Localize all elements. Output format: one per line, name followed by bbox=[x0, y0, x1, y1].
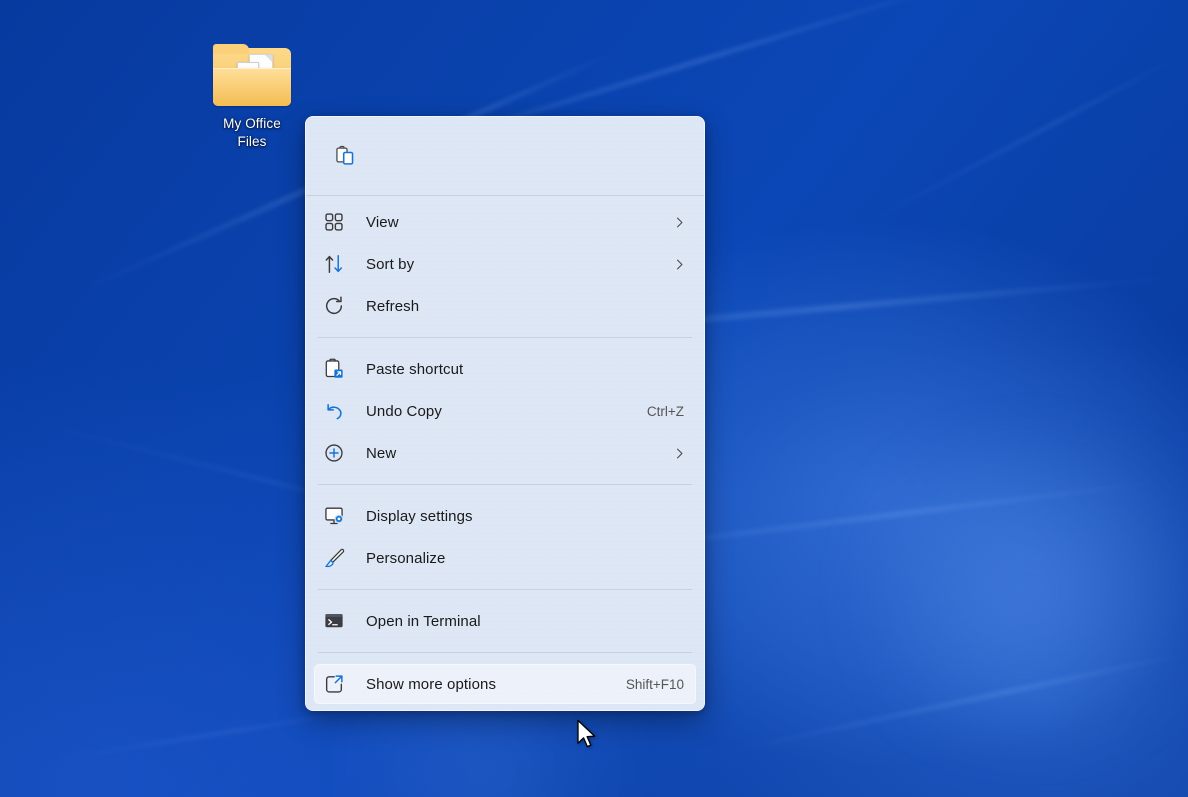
menu-item-label: Sort by bbox=[366, 256, 672, 273]
menu-group: Open in Terminal bbox=[306, 595, 704, 647]
menu-item-label: Open in Terminal bbox=[366, 613, 686, 630]
menu-item-label: View bbox=[366, 214, 672, 231]
menu-item-label: Paste shortcut bbox=[366, 361, 686, 378]
grid-view-icon bbox=[322, 210, 346, 234]
menu-item-label: New bbox=[366, 445, 672, 462]
menu-item-label: Personalize bbox=[366, 550, 686, 567]
menu-item-refresh[interactable]: Refresh bbox=[314, 286, 696, 326]
menu-item-label: Refresh bbox=[366, 298, 686, 315]
desktop-icon-label-line2: Files bbox=[223, 133, 281, 151]
show-more-options-icon bbox=[322, 672, 346, 696]
paste-clipboard-icon[interactable] bbox=[333, 144, 357, 168]
paste-shortcut-icon bbox=[322, 357, 346, 381]
display-settings-icon bbox=[322, 504, 346, 528]
desktop-icon-label-line1: My Office bbox=[223, 115, 281, 133]
menu-item-shortcut: Shift+F10 bbox=[626, 677, 686, 692]
menu-item-label: Show more options bbox=[366, 676, 626, 693]
chevron-right-icon bbox=[672, 446, 686, 460]
menu-group: Display settings Personalize bbox=[306, 490, 704, 584]
menu-item-sort-by[interactable]: Sort by bbox=[314, 244, 696, 284]
undo-icon bbox=[322, 399, 346, 423]
refresh-icon bbox=[322, 294, 346, 318]
context-menu-groups: View Sort by Refresh Paste shortcut Undo Cop… bbox=[306, 196, 704, 710]
menu-item-shortcut: Ctrl+Z bbox=[647, 404, 686, 419]
menu-group: View Sort by Refresh bbox=[306, 196, 704, 332]
menu-separator bbox=[318, 589, 692, 590]
menu-item-show-more-options[interactable]: Show more optionsShift+F10 bbox=[314, 664, 696, 704]
menu-item-undo-copy[interactable]: Undo CopyCtrl+Z bbox=[314, 391, 696, 431]
clipboard-actions-row bbox=[306, 117, 704, 195]
menu-item-label: Undo Copy bbox=[366, 403, 647, 420]
wallpaper-streak bbox=[843, 46, 1188, 236]
menu-separator bbox=[318, 337, 692, 338]
paintbrush-icon bbox=[322, 546, 346, 570]
menu-item-personalize[interactable]: Personalize bbox=[314, 538, 696, 578]
terminal-icon bbox=[322, 609, 346, 633]
menu-item-open-in-terminal[interactable]: Open in Terminal bbox=[314, 601, 696, 641]
chevron-right-icon bbox=[672, 257, 686, 271]
desktop-icon-label: My Office Files bbox=[223, 115, 281, 152]
menu-separator bbox=[318, 652, 692, 653]
desktop-icon-my-office-files[interactable]: X My Office Files bbox=[198, 44, 306, 152]
menu-group: Show more optionsShift+F10 bbox=[306, 658, 704, 710]
sort-arrows-icon bbox=[322, 252, 346, 276]
menu-item-paste-shortcut[interactable]: Paste shortcut bbox=[314, 349, 696, 389]
folder-icon: X bbox=[213, 44, 291, 106]
desktop-context-menu[interactable]: View Sort by Refresh Paste shortcut Undo Cop… bbox=[305, 116, 705, 711]
menu-item-label: Display settings bbox=[366, 508, 686, 525]
plus-circle-icon bbox=[322, 441, 346, 465]
menu-item-new[interactable]: New bbox=[314, 433, 696, 473]
menu-item-display-settings[interactable]: Display settings bbox=[314, 496, 696, 536]
chevron-right-icon bbox=[672, 215, 686, 229]
menu-separator bbox=[318, 484, 692, 485]
menu-item-view[interactable]: View bbox=[314, 202, 696, 242]
menu-group: Paste shortcut Undo CopyCtrl+Z New bbox=[306, 343, 704, 479]
